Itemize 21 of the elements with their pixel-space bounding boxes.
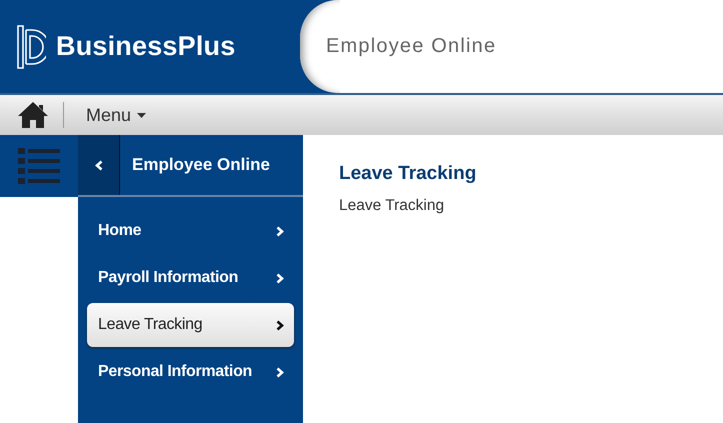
logo-icon <box>16 24 46 70</box>
chevron-icon <box>276 366 284 378</box>
list-icon <box>18 147 60 185</box>
panel-title: Employee Online <box>131 154 271 176</box>
home-icon[interactable] <box>17 101 49 129</box>
sidebar-item[interactable]: Payroll Information <box>87 256 294 300</box>
sidebar-item[interactable]: Personal Information <box>87 350 294 394</box>
chevron-icon <box>276 272 284 284</box>
chevron-icon <box>276 320 284 330</box>
chevron-icon <box>276 226 284 236</box>
brand-name: BusinessPlus <box>56 31 236 62</box>
sidebar-item[interactable]: Home <box>87 209 294 253</box>
caret-icon <box>137 112 146 118</box>
back-button[interactable] <box>78 135 120 195</box>
menu-button[interactable]: Menu <box>86 104 146 126</box>
list-menu-button[interactable] <box>0 135 78 197</box>
sidebar-item[interactable]: Leave Tracking <box>87 303 294 347</box>
page-heading: Leave Tracking <box>339 163 476 185</box>
app-title: Employee Online <box>326 35 496 58</box>
page-text: Leave Tracking <box>339 197 446 215</box>
chevron-left-icon <box>94 160 102 170</box>
